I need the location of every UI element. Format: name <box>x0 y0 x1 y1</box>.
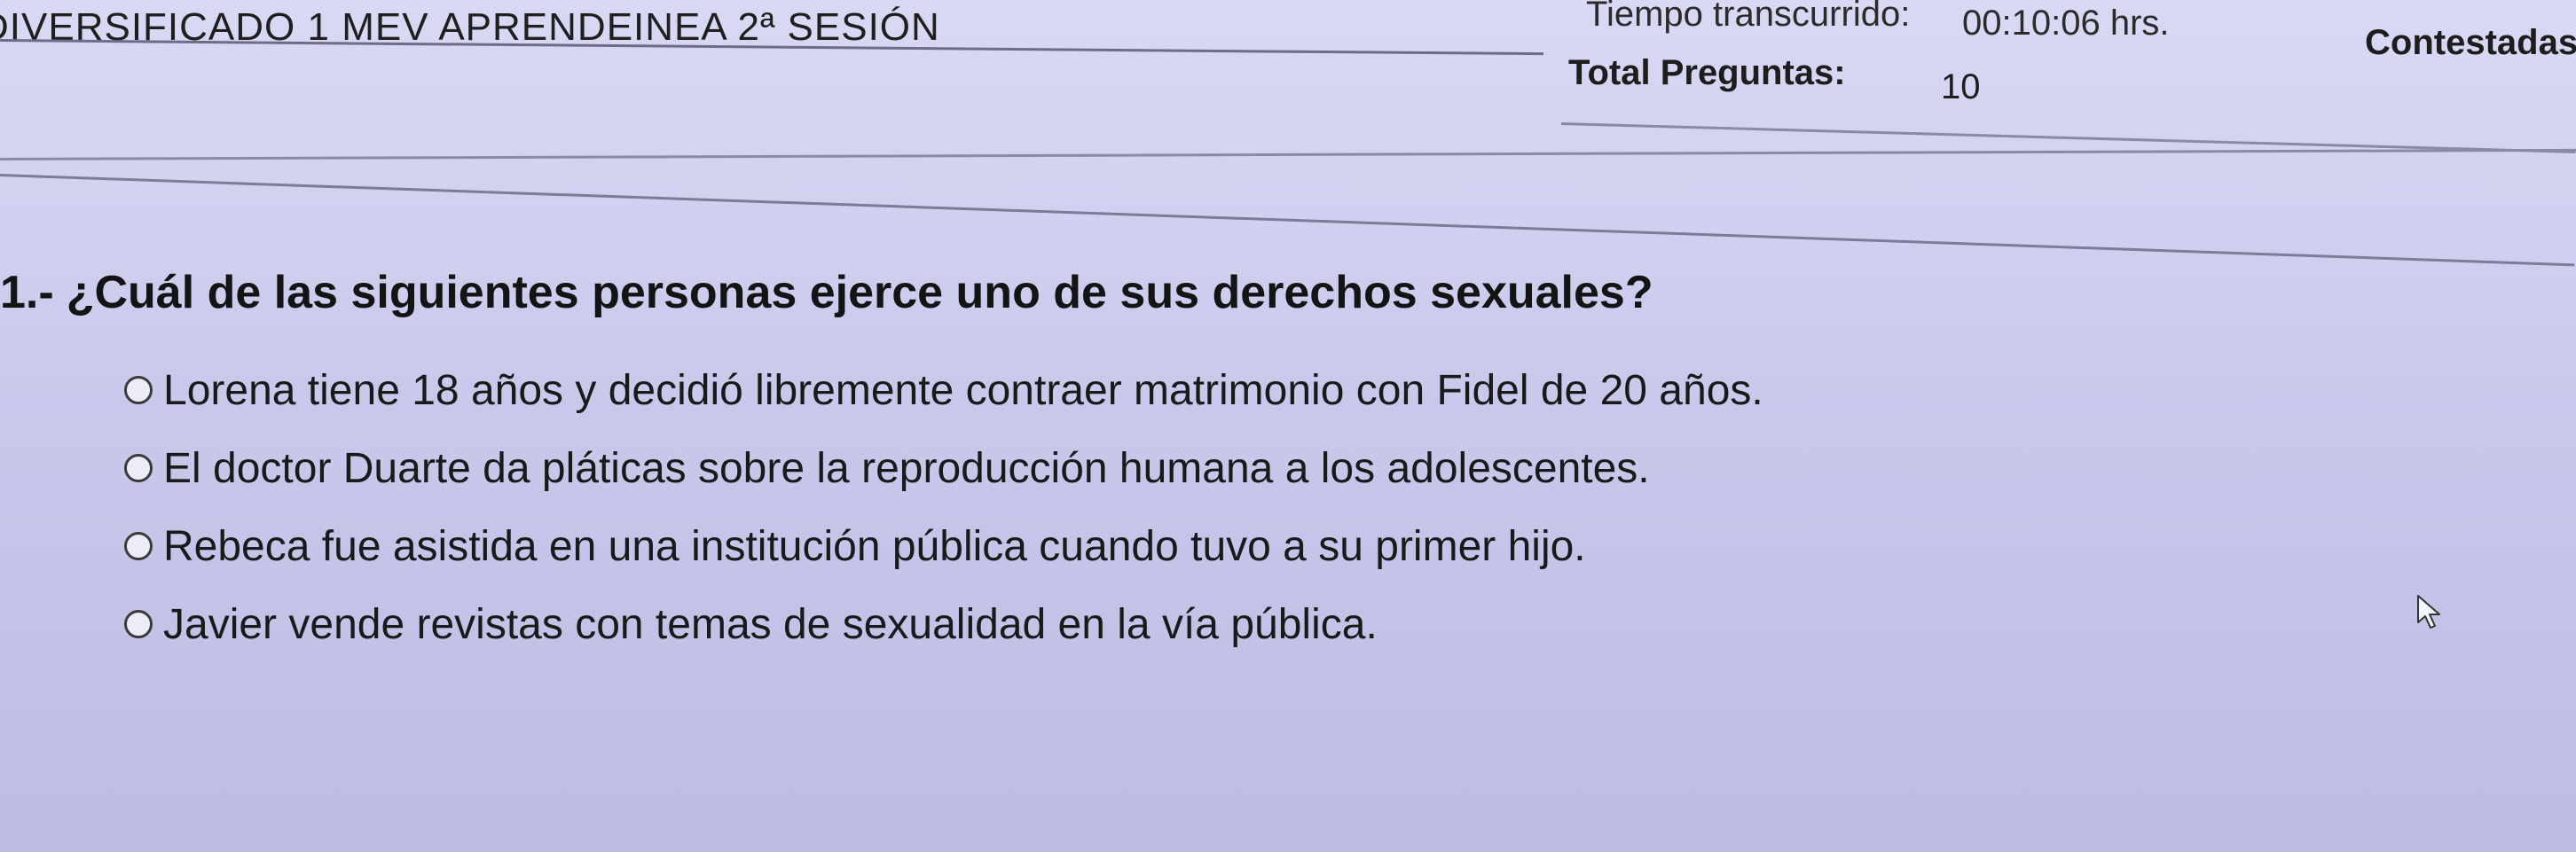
answer-option-label: Javier vende revistas con temas de sexua… <box>163 600 1378 648</box>
answer-option-label: Rebeca fue asistida en una institución p… <box>163 522 1586 570</box>
radio-button[interactable] <box>124 532 153 560</box>
question-text: ¿Cuál de las siguientes personas ejerce … <box>66 267 1653 318</box>
header-divider-bottom <box>0 174 2575 267</box>
radio-button[interactable] <box>124 376 153 404</box>
answer-option-d[interactable]: Javier vende revistas con temas de sexua… <box>124 596 1763 653</box>
answered-count-label: Contestadas: <box>2365 23 2576 62</box>
answer-option-label: El doctor Duarte da pláticas sobre la re… <box>163 444 1650 492</box>
mouse-pointer-icon <box>2417 595 2440 629</box>
answer-option-c[interactable]: Rebeca fue asistida en una institución p… <box>124 518 1763 575</box>
elapsed-time-value: 00:10:06 hrs. <box>1962 4 2170 43</box>
exam-screen: DIVERSIFICADO 1 MEV APRENDEINEA 2ª SESIÓ… <box>0 0 2576 852</box>
exam-header: DIVERSIFICADO 1 MEV APRENDEINEA 2ª SESIÓ… <box>0 0 2576 168</box>
answer-option-a[interactable]: Lorena tiene 18 años y decidió librement… <box>124 362 1763 418</box>
elapsed-time-label: Tiempo transcurrido: <box>1586 0 1911 34</box>
answer-option-label: Lorena tiene 18 años y decidió librement… <box>163 366 1763 414</box>
answer-option-b[interactable]: El doctor Duarte da pláticas sobre la re… <box>124 440 1763 496</box>
radio-button[interactable] <box>124 610 153 638</box>
total-questions-label: Total Preguntas: <box>1568 53 1846 92</box>
total-questions-value: 10 <box>1941 67 1981 106</box>
question-1: 1.- ¿Cuál de las siguientes personas ejer… <box>0 266 1653 319</box>
question-number: 1.- <box>0 267 54 318</box>
radio-button[interactable] <box>124 454 153 482</box>
answer-options: Lorena tiene 18 años y decidió librement… <box>124 362 1763 674</box>
